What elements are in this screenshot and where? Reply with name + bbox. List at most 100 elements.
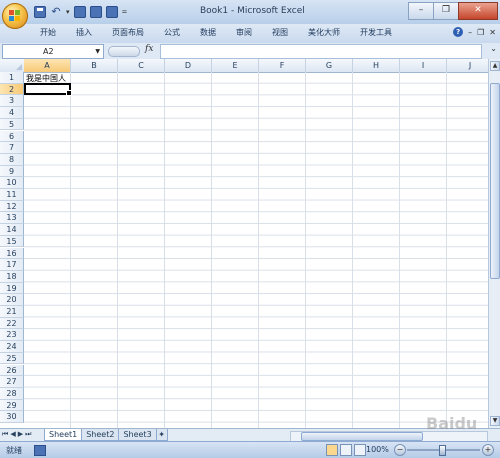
- row-header-2[interactable]: 2: [0, 83, 24, 96]
- chevron-down-icon[interactable]: ▼: [95, 45, 100, 58]
- row-header-5[interactable]: 5: [0, 118, 24, 131]
- normal-view-icon[interactable]: [326, 444, 338, 456]
- zoom-slider-knob[interactable]: [439, 445, 446, 456]
- row-header-9[interactable]: 9: [0, 165, 24, 178]
- macro-record-icon[interactable]: [34, 445, 46, 456]
- office-logo-icon: [9, 10, 21, 22]
- row-header-16[interactable]: 16: [0, 247, 24, 260]
- row-header-30[interactable]: 30: [0, 411, 24, 423]
- row-header-13[interactable]: 13: [0, 212, 24, 225]
- form-icon[interactable]: [89, 6, 102, 18]
- sheet-tab-sheet1[interactable]: Sheet1: [44, 429, 83, 441]
- undo-dropdown-icon[interactable]: ▾: [66, 8, 70, 16]
- tab-data[interactable]: 数据: [190, 27, 226, 39]
- row-header-21[interactable]: 21: [0, 306, 24, 318]
- row-header-18[interactable]: 18: [0, 270, 24, 283]
- tab-insert[interactable]: 插入: [66, 27, 102, 39]
- window-title: Book1 - Microsoft Excel: [200, 6, 305, 16]
- column-header-f[interactable]: F: [259, 59, 306, 72]
- row-header-22[interactable]: 22: [0, 317, 24, 330]
- row-header-14[interactable]: 14: [0, 224, 24, 236]
- help-icon[interactable]: ?: [453, 27, 464, 37]
- prev-sheet-icon[interactable]: ◀: [10, 430, 15, 439]
- tab-home[interactable]: 开始: [30, 27, 66, 39]
- row-header-10[interactable]: 10: [0, 177, 24, 189]
- expand-formula-bar-icon[interactable]: ⌄: [490, 44, 497, 53]
- column-header-g[interactable]: G: [306, 59, 353, 72]
- next-sheet-icon[interactable]: ▶: [18, 430, 23, 439]
- row-header-20[interactable]: 20: [0, 294, 24, 306]
- row-header-1[interactable]: 1: [0, 72, 24, 84]
- row-header-7[interactable]: 7: [0, 142, 24, 154]
- column-header-h[interactable]: H: [353, 59, 400, 72]
- page-break-view-icon[interactable]: [354, 444, 366, 456]
- undo-icon[interactable]: ↶: [50, 6, 62, 18]
- ribbon-restore-icon[interactable]: ❐: [477, 28, 484, 37]
- formula-bar-splitter[interactable]: [108, 46, 140, 57]
- worksheet-grid[interactable]: ABCDEFGHIJ 1 2 3 4 5 6 7 8 9 10 11 12 13 14 15 16 17 18 19…: [0, 59, 490, 428]
- column-header-i[interactable]: I: [400, 59, 447, 72]
- row-header-12[interactable]: 12: [0, 200, 24, 213]
- column-header-c[interactable]: C: [118, 59, 165, 72]
- sheet-tab-sheet2[interactable]: Sheet2: [81, 429, 120, 441]
- scroll-up-icon[interactable]: ▲: [490, 61, 500, 71]
- column-header-d[interactable]: D: [165, 59, 212, 72]
- row-header-15[interactable]: 15: [0, 235, 24, 248]
- last-sheet-icon[interactable]: ⏭: [25, 430, 31, 439]
- ribbon-minimize-icon[interactable]: –: [468, 28, 472, 37]
- office-button[interactable]: [2, 3, 28, 29]
- tab-review[interactable]: 审阅: [226, 27, 262, 39]
- insert-function-icon[interactable]: fx: [145, 44, 153, 54]
- status-ready: 就绪: [6, 446, 22, 455]
- row-header-3[interactable]: 3: [0, 95, 24, 108]
- row-header-29[interactable]: 29: [0, 399, 24, 412]
- insert-sheet-icon[interactable]: ✦: [155, 429, 168, 441]
- print-preview-icon[interactable]: [105, 6, 118, 18]
- tab-page-layout[interactable]: 页面布局: [102, 27, 154, 39]
- column-header-a[interactable]: A: [24, 59, 71, 72]
- close-button[interactable]: ✕: [458, 2, 498, 20]
- column-header-b[interactable]: B: [71, 59, 118, 72]
- select-all-button[interactable]: [0, 59, 25, 72]
- tab-formulas[interactable]: 公式: [154, 27, 190, 39]
- page-layout-view-icon[interactable]: [340, 444, 352, 456]
- row-header-25[interactable]: 25: [0, 352, 24, 365]
- workbook-close-icon[interactable]: ✕: [489, 28, 496, 37]
- row-header-6[interactable]: 6: [0, 130, 24, 143]
- vertical-scroll-thumb[interactable]: [490, 83, 500, 279]
- column-header-e[interactable]: E: [212, 59, 259, 72]
- zoom-level[interactable]: 100%: [366, 445, 389, 454]
- ribbon-tab-bar: 开始 插入 页面布局 公式 数据 审阅 视图 美化大师 开发工具 ? – ❐ ✕: [0, 24, 500, 44]
- baidu-watermark-logo: Baidu: [426, 414, 478, 433]
- formula-input[interactable]: [160, 44, 482, 59]
- tab-developer[interactable]: 开发工具: [350, 27, 402, 39]
- title-bar: ↶ ▾ = Book1 - Microsoft Excel – ❐ ✕: [0, 0, 500, 29]
- row-header-24[interactable]: 24: [0, 341, 24, 353]
- row-header-17[interactable]: 17: [0, 259, 24, 271]
- active-cell-a2[interactable]: [24, 83, 72, 96]
- first-sheet-icon[interactable]: ⏮: [2, 430, 8, 439]
- minimize-button[interactable]: –: [408, 2, 434, 20]
- row-header-26[interactable]: 26: [0, 364, 24, 377]
- column-header-j[interactable]: J: [447, 59, 490, 72]
- row-header-19[interactable]: 19: [0, 282, 24, 295]
- vertical-scrollbar[interactable]: ▲ ▼: [488, 59, 500, 428]
- name-box[interactable]: A2 ▼: [2, 44, 104, 59]
- row-header-23[interactable]: 23: [0, 329, 24, 342]
- save-icon[interactable]: [34, 6, 46, 18]
- customize-toolbar-icon[interactable]: =: [122, 8, 128, 16]
- row-header-11[interactable]: 11: [0, 189, 24, 201]
- tab-beautify-master[interactable]: 美化大师: [298, 27, 350, 39]
- row-header-8[interactable]: 8: [0, 153, 24, 166]
- row-header-28[interactable]: 28: [0, 387, 24, 400]
- zoom-in-icon[interactable]: +: [482, 444, 494, 456]
- tab-view[interactable]: 视图: [262, 27, 298, 39]
- row-header-4[interactable]: 4: [0, 107, 24, 119]
- row-header-27[interactable]: 27: [0, 376, 24, 388]
- name-box-value: A2: [43, 47, 54, 56]
- restore-button[interactable]: ❐: [433, 2, 459, 20]
- table-icon[interactable]: [73, 6, 86, 18]
- zoom-out-icon[interactable]: −: [394, 444, 406, 456]
- cell-area[interactable]: [24, 72, 490, 428]
- sheet-tab-sheet3[interactable]: Sheet3: [118, 429, 157, 441]
